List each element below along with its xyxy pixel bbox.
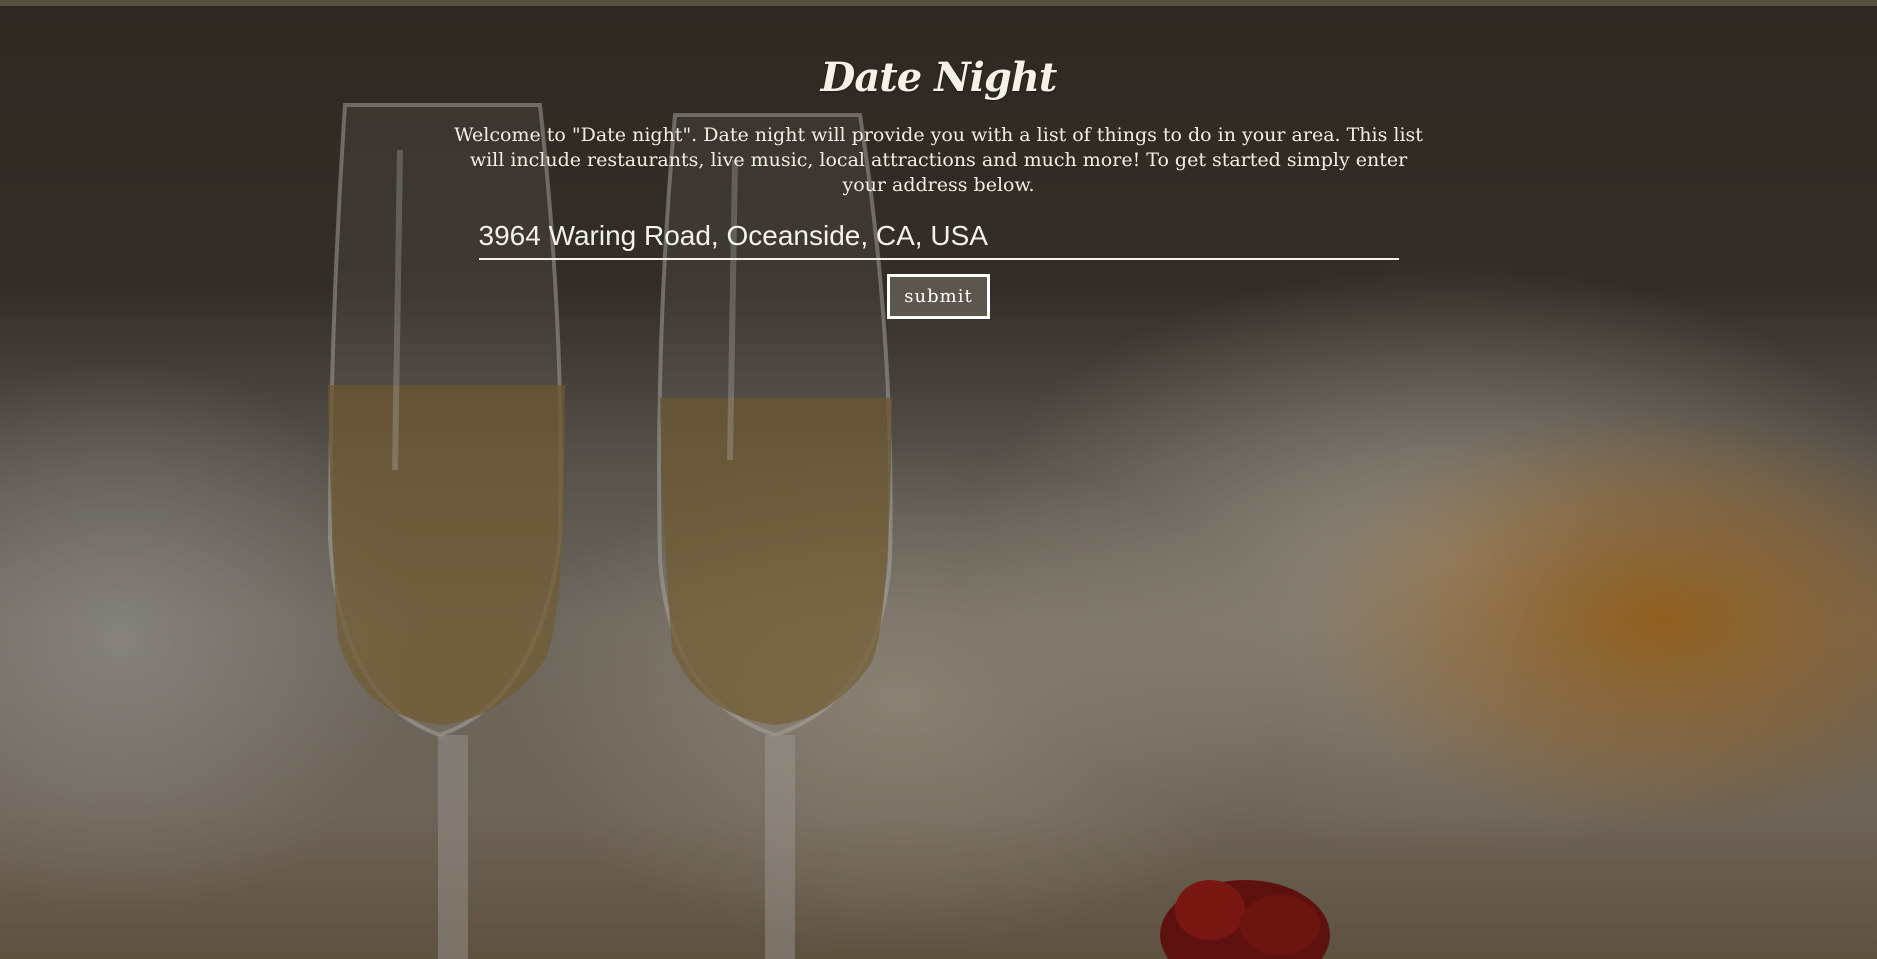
- address-form: [478, 218, 1399, 260]
- page-title: Date Night: [820, 54, 1058, 101]
- submit-button[interactable]: submit: [887, 274, 990, 319]
- address-input[interactable]: [478, 218, 1399, 260]
- hero-section: Date Night Welcome to "Date night". Date…: [0, 54, 1877, 319]
- intro-text: Welcome to "Date night". Date night will…: [454, 124, 1423, 196]
- page: Date Night Welcome to "Date night". Date…: [0, 0, 1877, 959]
